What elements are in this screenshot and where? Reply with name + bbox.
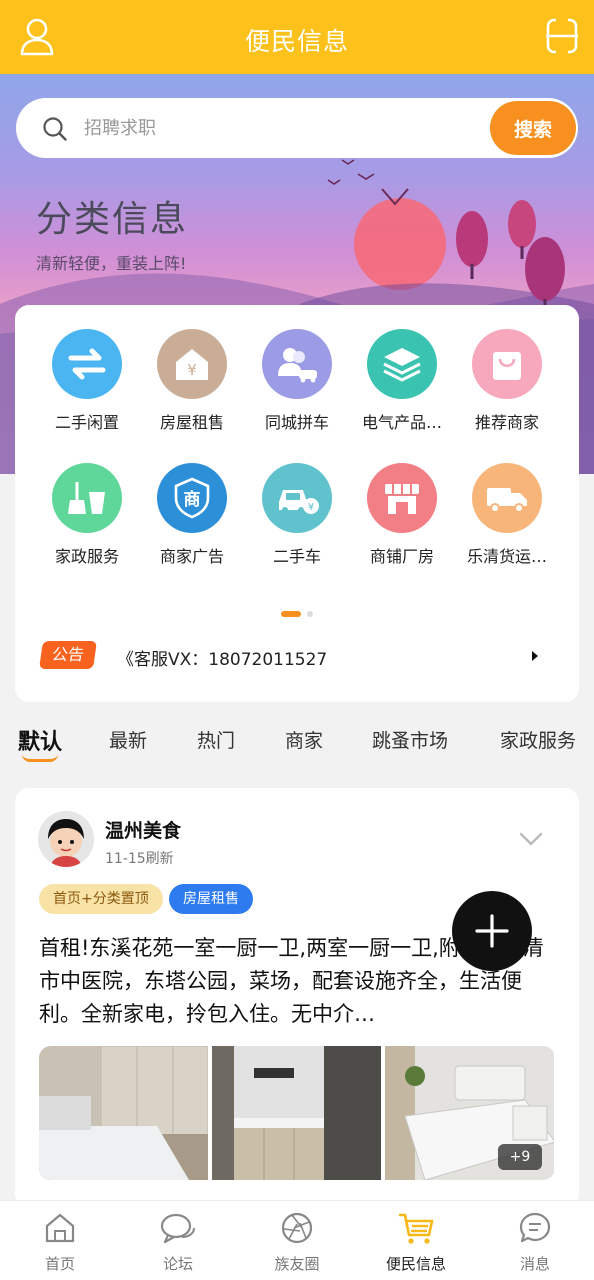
post-photo[interactable] [212,1046,381,1180]
tab-latest[interactable]: 最新 [109,726,147,753]
post-photos[interactable]: +9 [39,1046,555,1180]
menu-icon[interactable] [546,18,578,54]
category-label: 家政服务 [54,547,119,566]
category-electrical[interactable]: 电气产品… [347,329,457,433]
category-label: 二手闲置 [54,413,119,432]
category-business-ads[interactable]: 商 商家广告 [137,463,247,567]
category-second-hand[interactable]: 二手闲置 [32,329,142,433]
category-label: 推荐商家 [474,413,539,432]
banner-title: 分类信息 [36,199,189,240]
post-time: 11-15刷新 [105,851,174,867]
tab-default[interactable]: 默认 [18,724,62,756]
post-photo[interactable]: +9 [385,1046,554,1180]
storefront-icon [367,463,437,533]
post-photo[interactable] [39,1046,208,1180]
category-label: 同城拼车 [264,413,329,432]
category-house[interactable]: ¥ 房屋租售 [137,329,247,433]
svg-text:¥: ¥ [308,502,314,513]
bottom-nav: 首页 论坛 族友圈 便民信息 消息 [0,1200,594,1280]
avatar[interactable] [38,811,94,867]
category-merchants[interactable]: 推荐商家 [452,329,562,433]
exchange-arrows-icon [52,329,122,399]
nav-home[interactable]: 首页 [10,1211,110,1274]
cart-icon [399,1213,434,1244]
nav-label: 首页 [44,1255,75,1273]
page-title: 便民信息 [244,27,349,56]
pinned-tag: 首页+分类置顶 [39,884,163,914]
shopping-bag-icon [472,329,542,399]
category-card: 二手闲置 ¥ 房屋租售 同城拼车 电气产品… 推荐商家 家政服务 商 商家广告 … [15,305,579,702]
tab-housekeeping[interactable]: 家政服务 [500,726,576,753]
nav-label: 族友圈 [274,1255,320,1273]
layers-icon [367,329,437,399]
search-icon [43,117,67,141]
svg-text:商: 商 [184,489,201,510]
search-bar: 搜索 [16,98,578,158]
nav-convenience[interactable]: 便民信息 [366,1211,466,1274]
category-freight[interactable]: 乐清货运… [452,463,562,567]
chevron-down-icon[interactable] [520,832,542,846]
top-bar: 便民信息 [0,0,594,74]
category-label: 商铺厂房 [369,547,434,566]
category-carpool[interactable]: 同城拼车 [242,329,352,433]
tab-hot[interactable]: 热门 [197,726,235,753]
carpool-icon [262,329,332,399]
active-page-dot [281,611,301,617]
search-input[interactable] [84,112,464,144]
page-dot[interactable] [307,611,313,617]
category-label: 二手车 [272,547,321,566]
play-arrow-icon[interactable] [532,651,538,661]
broom-bucket-icon [52,463,122,533]
aperture-icon [281,1212,313,1244]
car-yuan-icon: ¥ [262,463,332,533]
tab-merchants[interactable]: 商家 [285,726,323,753]
notice-badge: 公告 [39,641,97,669]
category-label: 房屋租售 [159,413,224,432]
home-icon [45,1213,75,1243]
author-name[interactable]: 温州美食 [105,816,181,843]
category-shops-factories[interactable]: 商铺厂房 [347,463,457,567]
notice-text[interactable]: 《客服VX：18072011527 [117,645,327,670]
message-icon [519,1212,551,1243]
nav-forum[interactable]: 论坛 [128,1211,228,1274]
truck-icon [472,463,542,533]
plus-icon [475,914,509,948]
category-tag[interactable]: 房屋租售 [169,884,253,914]
banner-subtitle: 清新轻便，重装上阵! [36,254,187,273]
category-label: 商家广告 [159,547,224,566]
nav-messages[interactable]: 消息 [485,1211,585,1274]
category-label: 电气产品… [361,413,442,432]
nav-label: 论坛 [162,1255,193,1273]
active-tab-indicator [22,754,58,762]
category-label: 乐清货运… [466,547,547,566]
category-housekeeping[interactable]: 家政服务 [32,463,142,567]
more-photos-badge[interactable]: +9 [498,1144,542,1170]
shop-shield-icon: 商 [157,463,227,533]
search-button[interactable]: 搜索 [490,101,576,155]
nav-circle[interactable]: 族友圈 [247,1211,347,1274]
nav-label: 消息 [519,1255,550,1273]
chat-bubble-icon [160,1213,195,1244]
category-used-car[interactable]: ¥ 二手车 [242,463,352,567]
house-yuan-icon: ¥ [157,329,227,399]
nav-label: 便民信息 [385,1255,446,1273]
post-card[interactable]: 温州美食 11-15刷新 首页+分类置顶 房屋租售 首租!东溪花苑一室一厨一卫,… [15,788,579,1208]
add-post-button[interactable] [452,891,532,971]
svg-text:¥: ¥ [187,361,197,379]
tab-flea-market[interactable]: 跳蚤市场 [372,726,448,753]
feed-tabs: 默认 最新 热门 商家 跳蚤市场 家政服务 [0,718,594,768]
